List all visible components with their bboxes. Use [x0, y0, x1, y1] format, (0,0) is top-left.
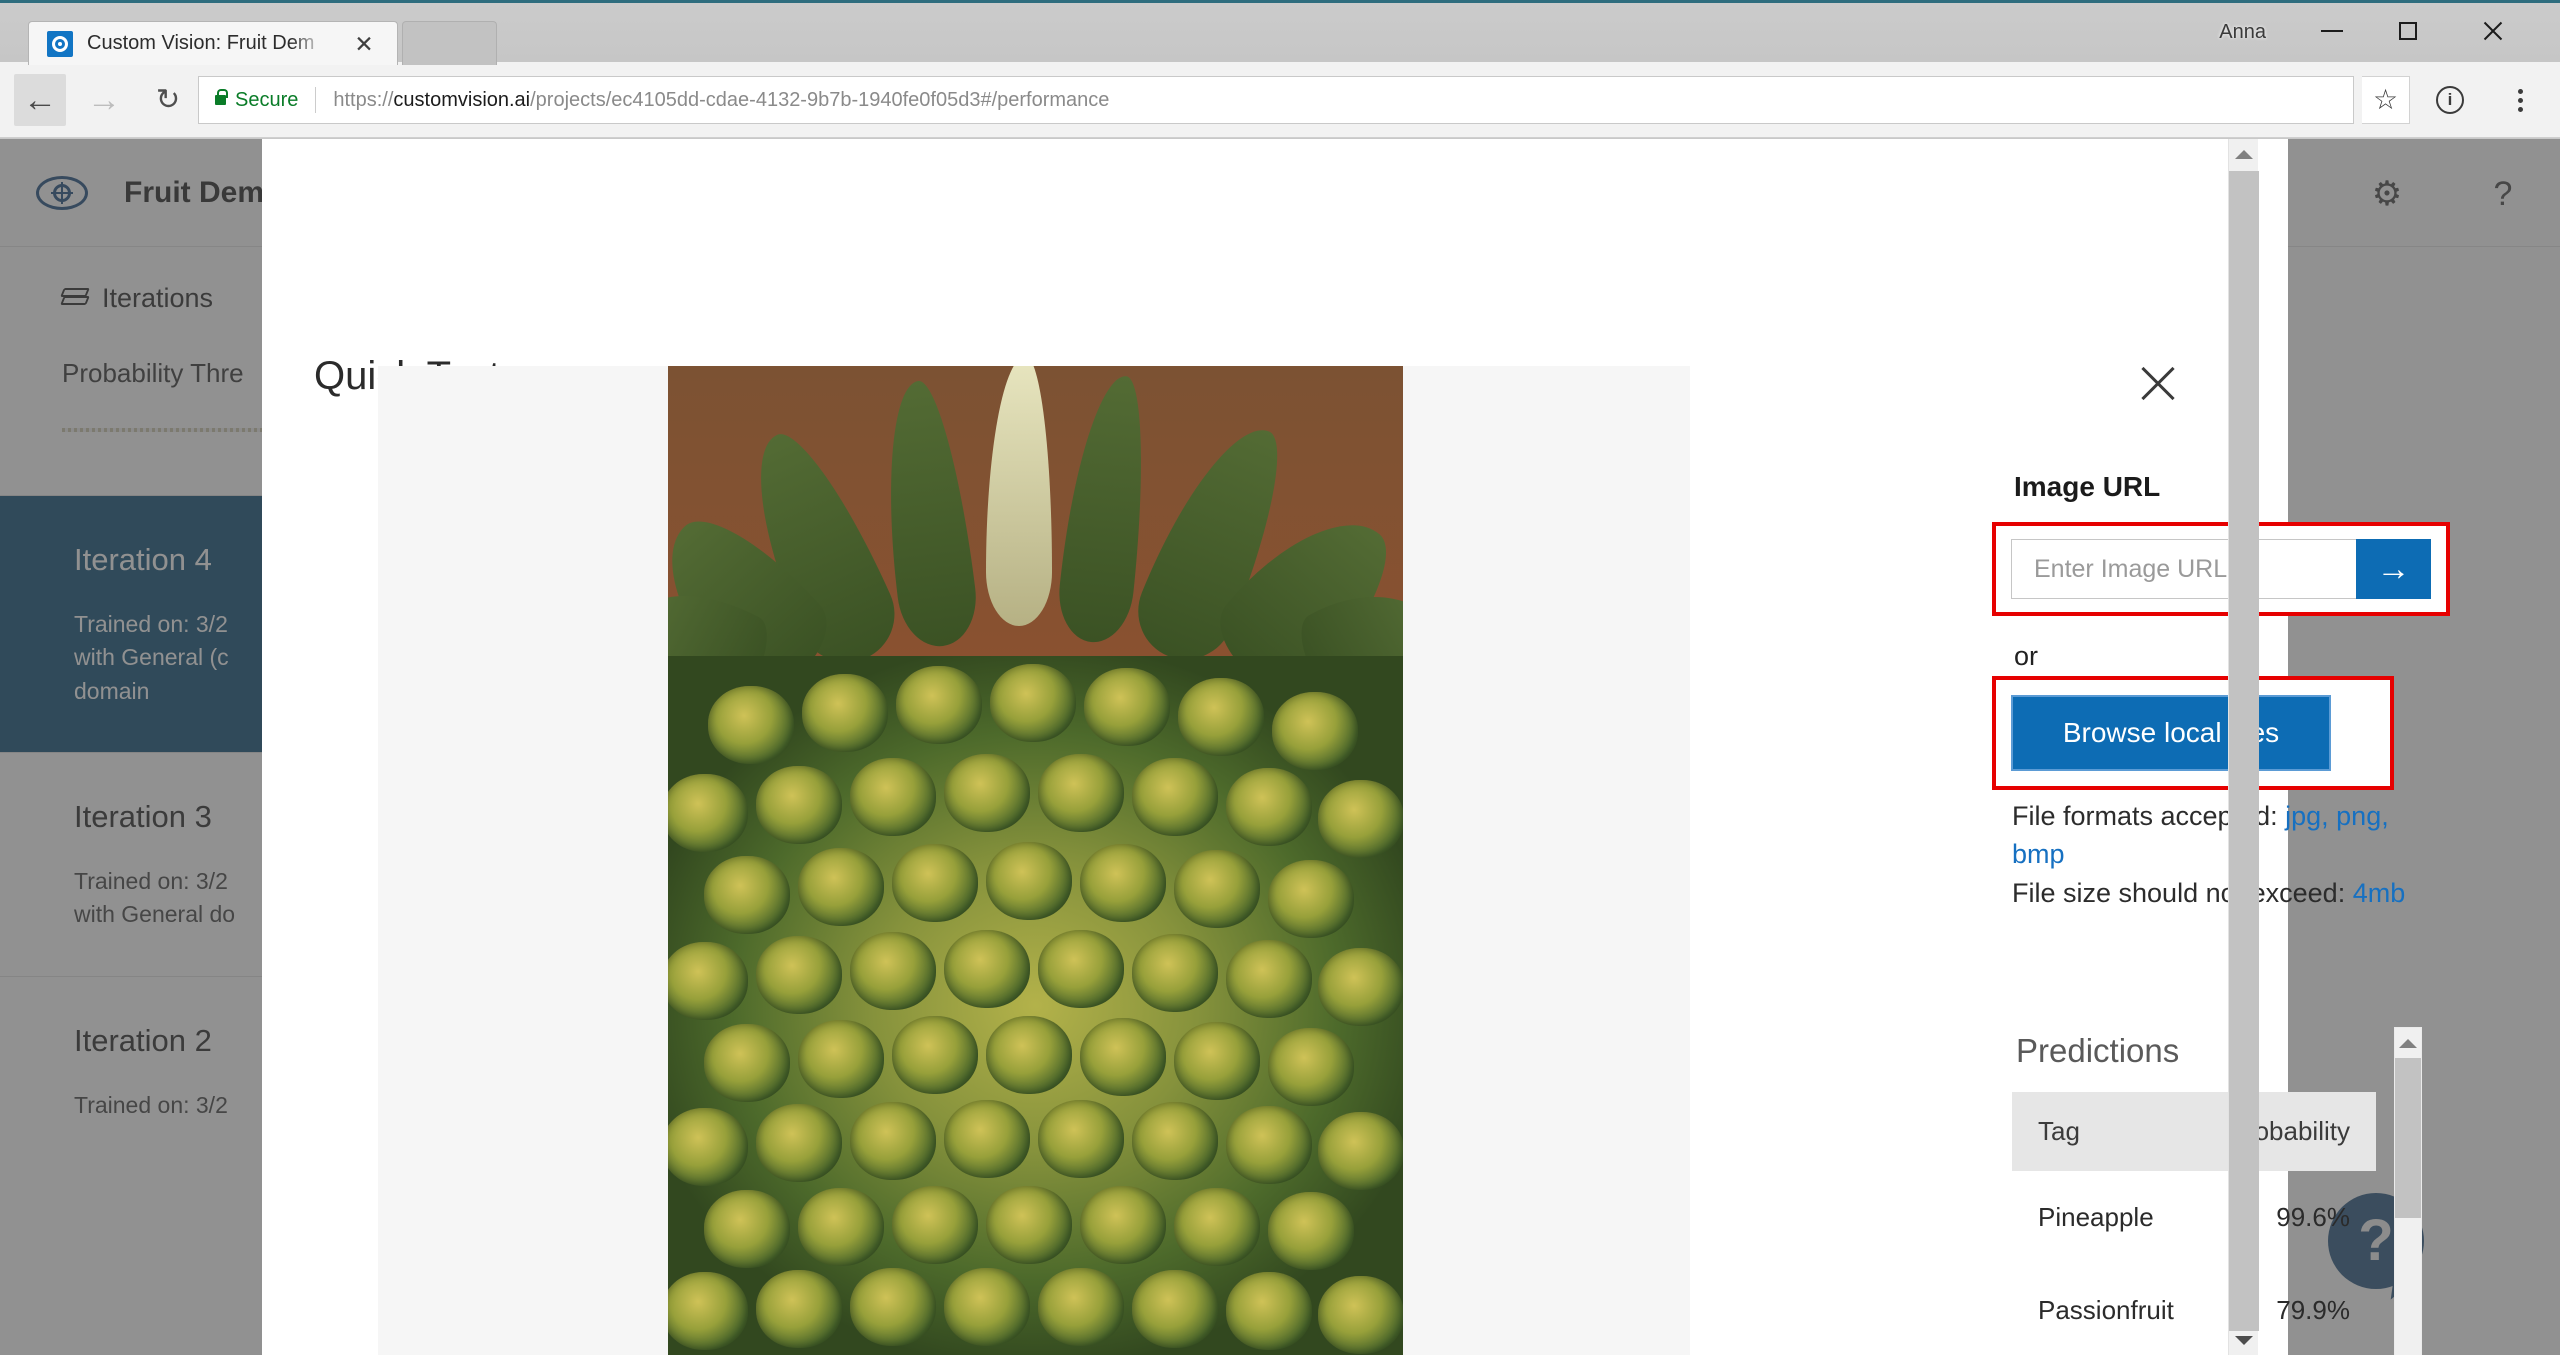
scroll-down-icon[interactable]: [2229, 1325, 2259, 1355]
image-url-label: Image URL: [2014, 471, 2161, 502]
tab-title: Custom Vision: Fruit Dem: [87, 32, 315, 54]
predictions-scrollbar-thumb[interactable]: [2395, 1058, 2421, 1218]
page-viewport: Fruit Demo ⚙ ? Iterations Probability Th…: [0, 139, 2560, 1355]
table-row: Pineapple 99.6%: [2012, 1171, 2376, 1264]
forward-arrow-icon[interactable]: →: [78, 74, 130, 126]
kebab-menu-icon[interactable]: [2496, 76, 2544, 124]
window-minimize-button[interactable]: [2294, 3, 2370, 59]
star-glyph: ☆: [2372, 84, 2399, 115]
table-header-row: Tag Probability: [2012, 1092, 2376, 1171]
url-host: customvision.ai: [393, 88, 531, 111]
image-url-input[interactable]: [2011, 539, 2356, 599]
predictions-table: Tag Probability Pineapple 99.6% Passionf…: [2012, 1092, 2376, 1355]
browser-window: Custom Vision: Fruit Dem ✕ Anna ← → ↻ Se…: [0, 0, 2560, 1355]
url-scheme: https://: [333, 88, 394, 111]
back-arrow-icon[interactable]: ←: [14, 74, 66, 126]
prediction-tag: Passionfruit: [2038, 1295, 2174, 1325]
profile-info-icon[interactable]: i: [2426, 76, 2474, 124]
lock-icon: [215, 89, 228, 105]
window-maximize-button[interactable]: [2370, 3, 2446, 59]
new-tab-button[interactable]: [402, 21, 497, 65]
close-icon[interactable]: [2132, 357, 2184, 409]
or-label: or: [2014, 641, 2039, 671]
predictions-title: Predictions: [2016, 1032, 2180, 1069]
bookmark-star-icon[interactable]: ☆: [2362, 76, 2410, 124]
dialog-scrollbar-thumb[interactable]: [2229, 171, 2259, 1331]
pineapple-photo: [668, 366, 1403, 1355]
image-url-row: →: [2011, 539, 2431, 599]
browse-local-files-button[interactable]: Browse local files: [2011, 695, 2331, 771]
browser-titlebar: Custom Vision: Fruit Dem ✕ Anna: [0, 0, 2560, 65]
close-icon[interactable]: ✕: [353, 32, 375, 55]
windows-user-label: Anna: [2219, 21, 2266, 43]
security-indicator: Secure: [215, 89, 298, 112]
scroll-up-icon[interactable]: [2395, 1030, 2421, 1056]
window-close-button[interactable]: [2454, 3, 2530, 59]
predictions-scrollbar[interactable]: [2394, 1027, 2422, 1355]
image-url-submit-button[interactable]: →: [2356, 539, 2431, 599]
url-path: /projects/ec4105dd-cdae-4132-9b7b-1940fe…: [530, 88, 1110, 111]
browser-tab-active[interactable]: Custom Vision: Fruit Dem ✕: [28, 21, 398, 65]
quick-test-dialog: Quick Test: [262, 139, 2450, 1355]
quick-test-dialog-body: Quick Test: [262, 139, 2450, 1355]
file-requirements-text: File formats accepted: jpg, png, bmp Fil…: [2012, 797, 2426, 912]
table-row: Passionfruit 79.9%: [2012, 1264, 2376, 1355]
reload-icon[interactable]: ↻: [142, 74, 194, 126]
dialog-scrollbar[interactable]: [2228, 139, 2259, 1355]
browser-toolbar: ← → ↻ Secure https://customvision.ai/pro…: [0, 62, 2560, 138]
image-preview-area: [378, 366, 1690, 1355]
pineapple-body: [668, 656, 1403, 1355]
column-header-tag: Tag: [2012, 1092, 2203, 1171]
prediction-tag: Pineapple: [2038, 1202, 2154, 1232]
custom-vision-favicon: [47, 30, 73, 57]
scroll-up-icon[interactable]: [2229, 139, 2259, 169]
pineapple-crown: [668, 366, 1403, 743]
info-glyph: i: [2436, 86, 2464, 114]
kebab-glyph: [2517, 88, 2523, 112]
secure-label: Secure: [235, 88, 299, 111]
omnibox-divider: [315, 87, 317, 113]
address-bar[interactable]: Secure https://customvision.ai/projects/…: [198, 76, 2354, 124]
file-size-value: 4mb: [2352, 877, 2406, 908]
url-text: https://customvision.ai/projects/ec4105d…: [333, 89, 1109, 112]
predictions-panel: Predictions Tag Probability Pineapple 99…: [2012, 1029, 2398, 1355]
file-size-prefix: File size should not exceed:: [2012, 877, 2353, 908]
